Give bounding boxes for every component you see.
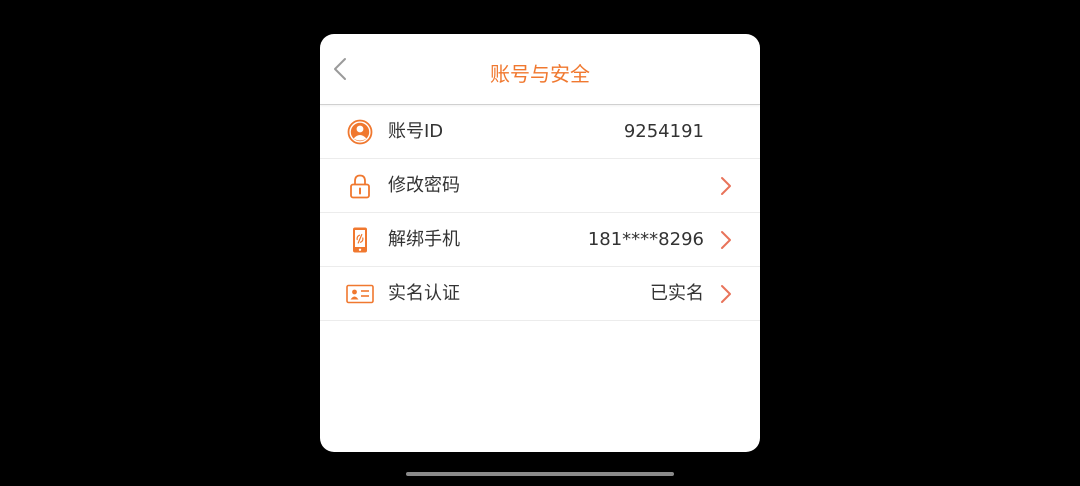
row-label-real-name: 实名认证 [388,283,460,304]
row-real-name-verification[interactable]: 实名认证 已实名 [320,267,760,321]
home-indicator[interactable] [406,472,674,476]
row-unbind-phone[interactable]: 解绑手机 181****8296 [320,213,760,267]
row-label-change-password: 修改密码 [388,175,460,196]
phone-icon [353,227,367,253]
phone-number-value: 181****8296 [587,229,704,250]
user-icon [347,119,373,145]
lock-icon [350,174,370,199]
chevron-right-icon [721,177,731,195]
header-bar: 账号与安全 [320,34,760,105]
row-change-password[interactable]: 修改密码 [320,159,760,213]
verification-status-value: 已实名 [650,283,704,304]
account-id-value: 9254191 [623,121,704,142]
chevron-right-icon [721,285,731,303]
row-account-id: 账号ID 9254191 [320,105,760,159]
chevron-right-icon [721,231,731,249]
row-label-account-id: 账号ID [388,121,444,142]
settings-list: 账号ID 9254191 修改密码 解绑手机 181****8296 实名认证 … [320,105,760,321]
row-label-unbind-phone: 解绑手机 [388,229,460,250]
page-title: 账号与安全 [490,62,590,86]
id-card-icon [346,284,374,304]
account-security-dialog: 账号与安全 账号ID 9254191 修改密码 解绑手机 181****8296… [320,34,760,452]
